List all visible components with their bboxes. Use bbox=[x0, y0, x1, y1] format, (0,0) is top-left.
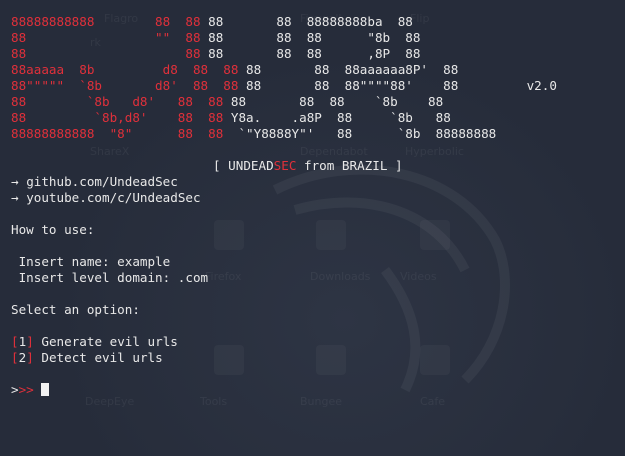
usage-heading: How to use: bbox=[11, 222, 95, 237]
menu-option-detect: [2] Detect evil urls bbox=[11, 350, 163, 365]
ghost-desktop-icon bbox=[420, 345, 450, 375]
ghost-desktop-icon bbox=[420, 220, 450, 250]
banner-row: 88888888888 "8" 88 88 `"Y8888Y"' 88 `8b … bbox=[11, 126, 497, 141]
ghost-label: DeepEye bbox=[85, 395, 135, 408]
dragon-wallpaper-icon bbox=[272, 164, 510, 393]
banner-row: 88aaaaa 8b d8 88 88 88 88 88aaaaaa8P' 88 bbox=[11, 62, 459, 77]
ghost-label: Bungee bbox=[300, 395, 343, 408]
usage-line: Insert name: example bbox=[11, 254, 171, 269]
ghost-label: Videos bbox=[400, 270, 437, 283]
ghost-label: Hyperbolic bbox=[405, 145, 464, 158]
ghost-label: ShareX bbox=[90, 145, 130, 158]
banner-row: 88 `8b,d8' 88 88 Y8a. .a8P 88 `8b 88 bbox=[11, 110, 451, 125]
ghost-label: Flip bbox=[410, 12, 430, 25]
ghost-desktop-icon bbox=[316, 220, 346, 250]
ghost-label: Cafe bbox=[420, 395, 446, 408]
ghost-label: Downloads bbox=[310, 270, 371, 283]
youtube-link: → youtube.com/c/UndeadSec bbox=[11, 190, 201, 205]
banner-row: 88""""" `8b d8' 88 88 88 88 88""""88' 88… bbox=[11, 78, 557, 93]
banner-row: 88 `8b d8' 88 88 88 88 88 `8b 88 bbox=[11, 94, 444, 109]
ghost-desktop-icon bbox=[214, 345, 244, 375]
text-cursor bbox=[41, 383, 50, 396]
banner-tagline: [ UNDEADSEC from BRAZIL ] bbox=[213, 158, 403, 173]
ghost-desktop-icon bbox=[316, 345, 346, 375]
menu-option-generate: [1] Generate evil urls bbox=[11, 334, 178, 349]
ghost-label: Tools bbox=[200, 395, 228, 408]
banner-row: 88 88 88 88 88 ,8P 88 bbox=[11, 46, 421, 61]
arrow-icon: → bbox=[11, 190, 19, 205]
banner-row: 88 "" 88 88 88 88 "8b 88 bbox=[11, 30, 421, 45]
github-link: → github.com/UndeadSec bbox=[11, 174, 178, 189]
terminal-window[interactable]: Flagro rk Firewall Flip Dependabot Hyper… bbox=[0, 0, 625, 456]
command-prompt[interactable]: >>> bbox=[11, 382, 50, 398]
ghost-label: Dependabot bbox=[300, 145, 368, 158]
menu-heading: Select an option: bbox=[11, 302, 140, 317]
ghost-label: Firefox bbox=[205, 270, 242, 283]
ghost-desktop-icon bbox=[214, 220, 244, 250]
arrow-icon: → bbox=[11, 174, 19, 189]
banner-row: 88888888888 88 88 88 88 88888888ba 88 bbox=[11, 14, 413, 29]
usage-line: Insert level domain: .com bbox=[11, 270, 209, 285]
